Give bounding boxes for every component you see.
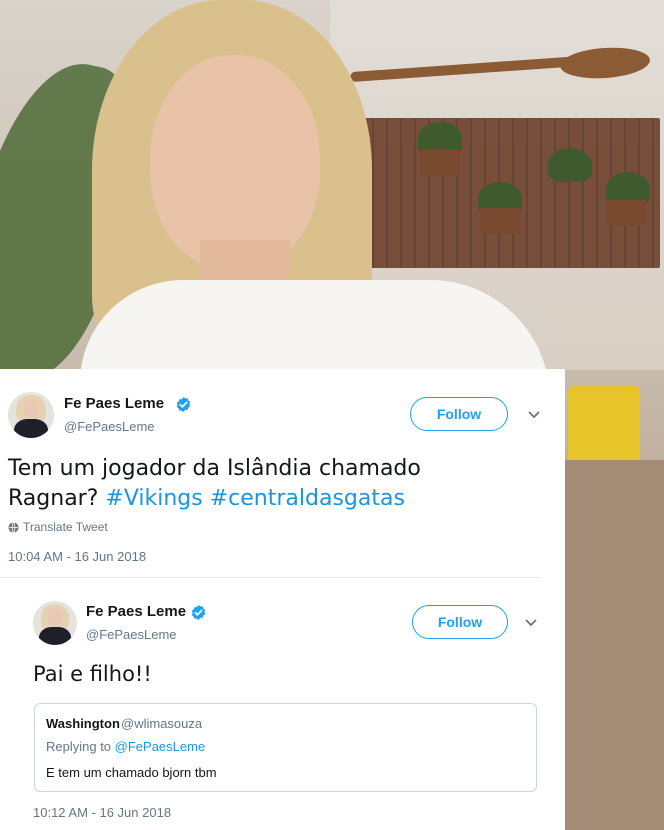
follow-button[interactable]: Follow	[410, 397, 508, 431]
tweet-text-line2: Ragnar? #Vikings #centraldasgatas	[8, 484, 421, 514]
person-face	[150, 55, 320, 270]
reply-follow-button[interactable]: Follow	[412, 605, 508, 639]
replying-to: Replying to @FePaesLeme	[46, 739, 205, 754]
tweet-text-prefix: Ragnar?	[8, 486, 106, 511]
quoted-author-handle[interactable]: @wlimasouza	[121, 716, 202, 731]
quoted-tweet[interactable]: Washington @wlimasouza Replying to @FePa…	[34, 703, 537, 792]
reply-avatar[interactable]	[33, 601, 77, 645]
verified-badge-icon	[176, 397, 191, 412]
plant-pot	[480, 208, 520, 234]
potted-plant	[548, 148, 592, 182]
tweet-text-line1: Tem um jogador da Islândia chamado	[8, 456, 421, 481]
translate-label: Translate Tweet	[23, 520, 108, 534]
author-handle[interactable]: @FePaesLeme	[64, 419, 155, 434]
globe-icon	[8, 521, 19, 533]
replying-prefix: Replying to	[46, 739, 115, 754]
hashtag-vikings[interactable]: #Vikings	[105, 486, 202, 511]
tweet-timestamp[interactable]: 10:04 AM - 16 Jun 2018	[8, 549, 146, 564]
author-name[interactable]: Fe Paes Leme	[64, 395, 164, 412]
hashtag-centraldasgatas[interactable]: #centraldasgatas	[210, 486, 405, 511]
sofa	[560, 460, 664, 830]
translate-tweet-link[interactable]: Translate Tweet	[8, 520, 108, 534]
reply-timestamp[interactable]: 10:12 AM - 16 Jun 2018	[33, 805, 171, 820]
replying-mention[interactable]: @FePaesLeme	[115, 739, 206, 754]
divider	[0, 577, 540, 578]
avatar[interactable]	[8, 392, 54, 438]
verified-badge-icon	[191, 605, 206, 620]
hashtag-gap	[203, 486, 210, 511]
reply-text: Pai e filho!!	[33, 662, 152, 686]
reply-author-name[interactable]: Fe Paes Leme	[86, 603, 186, 620]
plant-pot	[606, 200, 646, 226]
reply-author-handle[interactable]: @FePaesLeme	[86, 627, 177, 642]
plant-pot	[420, 150, 460, 176]
chevron-down-icon[interactable]	[527, 410, 541, 420]
quoted-text: E tem um chamado bjorn tbm	[46, 765, 217, 780]
chevron-down-icon[interactable]	[524, 618, 538, 628]
tweet-text: Tem um jogador da Islândia chamado Ragna…	[8, 454, 421, 514]
quoted-author-name[interactable]: Washington	[46, 716, 120, 731]
